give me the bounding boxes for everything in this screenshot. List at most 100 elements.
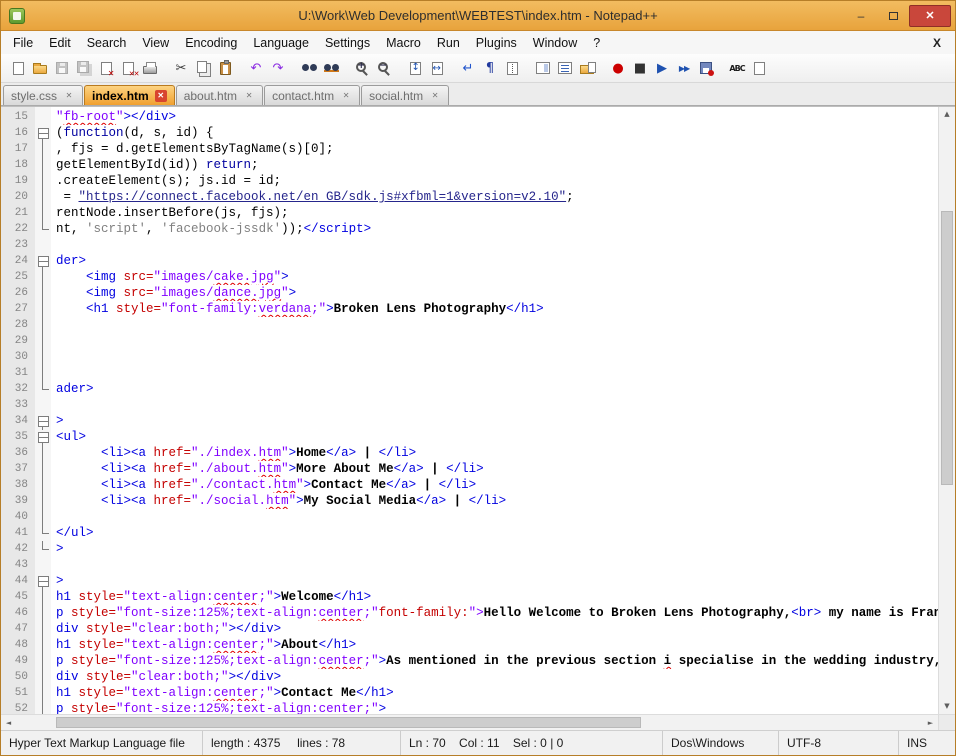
menu-macro[interactable]: Macro	[378, 33, 429, 53]
menu-plugins[interactable]: Plugins	[468, 33, 525, 53]
code-line[interactable]: 36 <li><a href="./index.htm">Home</a> | …	[1, 445, 938, 461]
line-number[interactable]: 49	[1, 653, 35, 669]
toolbar-sync-horizontal-button[interactable]	[426, 57, 448, 79]
code-line[interactable]: 51h1 style="text-align:center;">Contact …	[1, 685, 938, 701]
toolbar-copy-button[interactable]	[192, 57, 214, 79]
status-encoding[interactable]: UTF-8	[779, 731, 899, 755]
toolbar-word-wrap-button[interactable]: ↵	[457, 57, 479, 79]
line-number[interactable]: 50	[1, 669, 35, 685]
toolbar-close-file-button[interactable]	[95, 57, 117, 79]
toolbar-start-recording-button[interactable]: ●	[607, 57, 629, 79]
menu-settings[interactable]: Settings	[317, 33, 378, 53]
horizontal-scrollbar[interactable]: ◄ ►	[1, 714, 938, 730]
code-line[interactable]: 38 <li><a href="./contact.htm">Contact M…	[1, 477, 938, 493]
line-number[interactable]: 16	[1, 125, 35, 141]
line-number[interactable]: 24	[1, 253, 35, 269]
code-line[interactable]: 33	[1, 397, 938, 413]
tab-about-htm[interactable]: about.htm✕	[176, 85, 263, 105]
line-number[interactable]: 46	[1, 605, 35, 621]
line-number[interactable]: 43	[1, 557, 35, 573]
line-number[interactable]: 19	[1, 173, 35, 189]
toolbar-redo-button[interactable]: ↷	[267, 57, 289, 79]
toolbar-function-list-button[interactable]	[554, 57, 576, 79]
tab-close-icon[interactable]: ✕	[340, 90, 352, 102]
code-line[interactable]: 49p style="font-size:125%;text-align:cen…	[1, 653, 938, 669]
maximize-button[interactable]	[877, 5, 909, 27]
line-number[interactable]: 29	[1, 333, 35, 349]
line-number[interactable]: 45	[1, 589, 35, 605]
toolbar-spell-check-button[interactable]: ABC	[726, 57, 748, 79]
menu-help[interactable]: ?	[585, 33, 608, 53]
code-line[interactable]: 52p style="font-size:125%;text-align:cen…	[1, 701, 938, 714]
line-number[interactable]: 42	[1, 541, 35, 557]
code-line[interactable]: 41</ul>	[1, 525, 938, 541]
menu-encoding[interactable]: Encoding	[177, 33, 245, 53]
toolbar-open-file-button[interactable]	[29, 57, 51, 79]
code-line[interactable]: 18getElementById(id)) return;	[1, 157, 938, 173]
line-number[interactable]: 34	[1, 413, 35, 429]
menu-run[interactable]: Run	[429, 33, 468, 53]
code-line[interactable]: 29	[1, 333, 938, 349]
code-line[interactable]: 20 = "https://connect.facebook.net/en_GB…	[1, 189, 938, 205]
toolbar-find-button[interactable]	[298, 57, 320, 79]
line-number[interactable]: 44	[1, 573, 35, 589]
line-number[interactable]: 36	[1, 445, 35, 461]
code-line[interactable]: 32ader>	[1, 381, 938, 397]
menu-view[interactable]: View	[134, 33, 177, 53]
code-line[interactable]: 37 <li><a href="./about.htm">More About …	[1, 461, 938, 477]
line-number[interactable]: 18	[1, 157, 35, 173]
toolbar-document-map-button[interactable]	[532, 57, 554, 79]
code-line[interactable]: 27 <h1 style="font-family:verdana;">Brok…	[1, 301, 938, 317]
line-number[interactable]: 20	[1, 189, 35, 205]
line-number[interactable]: 48	[1, 637, 35, 653]
code-line[interactable]: 34>	[1, 413, 938, 429]
code-line[interactable]: 26 <img src="images/dance.jpg">	[1, 285, 938, 301]
line-number[interactable]: 23	[1, 237, 35, 253]
vertical-scrollbar[interactable]: ▲ ▼	[938, 107, 955, 714]
line-number[interactable]: 17	[1, 141, 35, 157]
tab-close-icon[interactable]: ✕	[243, 90, 255, 102]
tab-social-htm[interactable]: social.htm✕	[361, 85, 449, 105]
code-line[interactable]: 47div style="clear:both;"></div>	[1, 621, 938, 637]
code-line[interactable]: 23	[1, 237, 938, 253]
line-number[interactable]: 27	[1, 301, 35, 317]
toolbar-playback-macro-button[interactable]: ▶	[651, 57, 673, 79]
horizontal-scroll-thumb[interactable]	[56, 717, 641, 728]
toolbar-save-file-button[interactable]	[51, 57, 73, 79]
fold-toggle-icon[interactable]	[35, 573, 51, 589]
fold-toggle-icon[interactable]	[35, 125, 51, 141]
code-line[interactable]: 48h1 style="text-align:center;">About</h…	[1, 637, 938, 653]
menu-edit[interactable]: Edit	[41, 33, 79, 53]
toolbar-cut-button[interactable]: ✂	[170, 57, 192, 79]
line-number[interactable]: 51	[1, 685, 35, 701]
toolbar-show-indent-guide-button[interactable]	[501, 57, 523, 79]
toolbar-save-all-button[interactable]	[73, 57, 95, 79]
menubar-close-icon[interactable]: X	[923, 36, 951, 50]
line-number[interactable]: 52	[1, 701, 35, 714]
code-line[interactable]: 45h1 style="text-align:center;">Welcome<…	[1, 589, 938, 605]
code-line[interactable]: 30	[1, 349, 938, 365]
code-line[interactable]: 44>	[1, 573, 938, 589]
line-number[interactable]: 41	[1, 525, 35, 541]
toolbar-zoom-in-button[interactable]	[351, 57, 373, 79]
toolbar-close-all-button[interactable]	[117, 57, 139, 79]
menu-file[interactable]: File	[5, 33, 41, 53]
code-line[interactable]: 16(function(d, s, id) {	[1, 125, 938, 141]
tab-index-htm[interactable]: index.htm✕	[84, 85, 175, 105]
titlebar[interactable]: U:\Work\Web Development\WEBTEST\index.ht…	[1, 1, 955, 31]
code-line[interactable]: 35<ul>	[1, 429, 938, 445]
toolbar-replace-button[interactable]	[320, 57, 342, 79]
code-line[interactable]: 21rentNode.insertBefore(js, fjs);	[1, 205, 938, 221]
line-number[interactable]: 30	[1, 349, 35, 365]
scroll-up-icon[interactable]: ▲	[939, 107, 955, 122]
fold-toggle-icon[interactable]	[35, 413, 51, 429]
toolbar-run-macro-multiple-button[interactable]: ▶▶	[673, 57, 695, 79]
scroll-left-icon[interactable]: ◄	[1, 715, 16, 731]
code-line[interactable]: 25 <img src="images/cake.jpg">	[1, 269, 938, 285]
line-number[interactable]: 35	[1, 429, 35, 445]
menu-language[interactable]: Language	[245, 33, 317, 53]
tab-close-icon[interactable]: ✕	[63, 90, 75, 102]
code-line[interactable]: 22nt, 'script', 'facebook-jssdk'));</scr…	[1, 221, 938, 237]
toolbar-new-file-button[interactable]	[7, 57, 29, 79]
fold-toggle-icon[interactable]	[35, 253, 51, 269]
